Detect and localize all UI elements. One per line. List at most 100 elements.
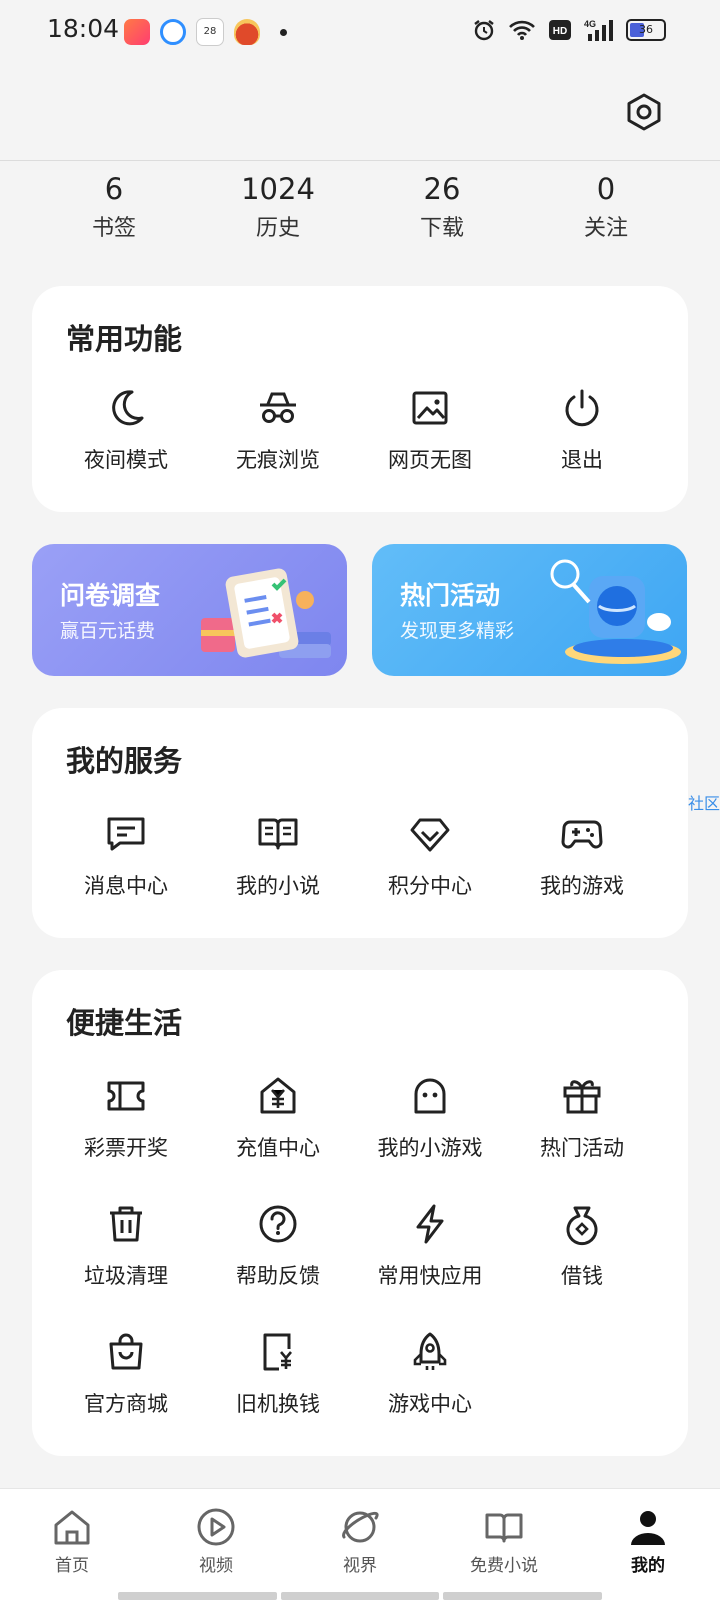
- incognito-button[interactable]: 无痕浏览: [202, 386, 354, 514]
- nav-home[interactable]: 首页: [0, 1489, 144, 1601]
- hot-events-banner[interactable]: 热门活动 发现更多精彩: [372, 544, 687, 676]
- battery-percent: 36: [639, 23, 653, 36]
- trash-icon: [110, 1206, 142, 1242]
- item-label: 夜间模式: [84, 448, 168, 472]
- stat-bookmarks[interactable]: 6 书签: [32, 170, 196, 250]
- money-bag-icon: [566, 1206, 598, 1246]
- power-icon: [565, 389, 599, 427]
- user-stats: 6 书签 1024 历史 26 下载 0 关注: [32, 170, 688, 250]
- item-label: 借钱: [561, 1264, 603, 1288]
- survey-banner[interactable]: 问卷调查 赢百元话费: [32, 544, 347, 676]
- message-icon: [107, 817, 145, 851]
- bottom-nav: 首页 视频 视界 免费小说 我的: [0, 1488, 720, 1601]
- notification-icons: 28: [124, 18, 287, 46]
- game-center-button[interactable]: 游戏中心: [354, 1330, 506, 1458]
- svg-text:HD: HD: [553, 26, 567, 37]
- convenient-life-grid: 彩票开奖 充值中心 我的小游戏 热门活动 垃圾清理 帮助反馈 常用快应用 借钱: [50, 1074, 670, 1458]
- item-label: 帮助反馈: [236, 1264, 320, 1288]
- stat-value: 1024: [241, 172, 315, 206]
- banner-subtitle: 发现更多精彩: [400, 620, 515, 642]
- ticket-icon: [107, 1081, 145, 1111]
- nav-free-novels[interactable]: 免费小说: [432, 1489, 576, 1601]
- official-store-button[interactable]: 官方商城: [50, 1330, 202, 1458]
- points-center-button[interactable]: 积分中心: [354, 812, 506, 940]
- svg-text:4G: 4G: [584, 19, 596, 29]
- hd-icon: HD: [549, 20, 571, 40]
- mini-games-button[interactable]: 我的小游戏: [354, 1074, 506, 1202]
- moon-icon: [112, 390, 144, 426]
- status-time: 18:04: [47, 14, 120, 43]
- convenient-life-card: 便捷生活 彩票开奖 充值中心 我的小游戏 热门活动 垃圾清理 帮助反馈 常用快应…: [32, 970, 688, 1456]
- signal-4g-icon: 4G: [584, 19, 613, 41]
- my-services-card: 我的服务 消息中心 我的小说 积分中心 我的游戏: [32, 708, 688, 938]
- open-book-icon: [485, 1513, 523, 1543]
- nav-label: 视频: [199, 1556, 233, 1576]
- settings-gear-icon[interactable]: [624, 92, 664, 132]
- item-label: 垃圾清理: [84, 1264, 168, 1288]
- nav-label: 免费小说: [470, 1556, 538, 1576]
- item-label: 积分中心: [388, 874, 472, 898]
- recharge-center-button[interactable]: 充值中心: [202, 1074, 354, 1202]
- item-label: 网页无图: [388, 448, 472, 472]
- nav-video[interactable]: 视频: [144, 1489, 288, 1601]
- common-functions-card: 常用功能 夜间模式 无痕浏览 网页无图 退出: [32, 286, 688, 512]
- lottery-button[interactable]: 彩票开奖: [50, 1074, 202, 1202]
- stat-history[interactable]: 1024 历史: [196, 170, 360, 250]
- item-label: 我的小说: [236, 874, 320, 898]
- diamond-icon: [410, 818, 450, 852]
- nav-mine[interactable]: 我的: [576, 1489, 720, 1601]
- browser-icon: [160, 19, 186, 45]
- system-icons: HD 4G 36: [472, 18, 666, 42]
- borrow-money-button[interactable]: 借钱: [506, 1202, 658, 1330]
- stat-value: 26: [423, 172, 461, 206]
- help-icon: [259, 1205, 297, 1243]
- hot-activities-button[interactable]: 热门活动: [506, 1074, 658, 1202]
- item-label: 旧机换钱: [236, 1392, 320, 1416]
- phone-yuan-icon: [263, 1333, 292, 1371]
- status-bar: 18:04 28 HD 4G 36: [0, 0, 720, 64]
- survey-clipboard-illustration: [201, 568, 331, 658]
- night-mode-button[interactable]: 夜间模式: [50, 386, 202, 514]
- person-icon: [631, 1511, 665, 1545]
- trade-in-button[interactable]: 旧机换钱: [202, 1330, 354, 1458]
- stat-label: 下载: [419, 216, 464, 241]
- no-image-button[interactable]: 网页无图: [354, 386, 506, 514]
- stat-label: 书签: [91, 216, 136, 241]
- image-icon: [412, 391, 448, 425]
- card-title: 便捷生活: [66, 1006, 183, 1040]
- logout-button[interactable]: 退出: [506, 386, 658, 514]
- news-icon: [234, 19, 260, 45]
- rocket-icon: [413, 1332, 447, 1370]
- nav-label: 首页: [55, 1556, 89, 1576]
- gift-icon: [563, 1080, 601, 1114]
- my-games-button[interactable]: 我的游戏: [506, 812, 658, 940]
- message-center-button[interactable]: 消息中心: [50, 812, 202, 940]
- card-title: 我的服务: [66, 744, 183, 778]
- item-label: 无痕浏览: [236, 448, 320, 472]
- item-label: 游戏中心: [388, 1392, 472, 1416]
- stat-value: 0: [596, 172, 616, 206]
- gesture-bar: [118, 1592, 603, 1600]
- stat-label: 历史: [255, 216, 300, 241]
- home-icon: [54, 1510, 90, 1545]
- nav-vision[interactable]: 视界: [288, 1489, 432, 1601]
- help-feedback-button[interactable]: 帮助反馈: [202, 1202, 354, 1330]
- gamepad-icon: [561, 820, 603, 849]
- my-services-grid: 消息中心 我的小说 积分中心 我的游戏: [50, 812, 670, 940]
- stat-downloads[interactable]: 26 下载: [360, 170, 524, 250]
- item-label: 官方商城: [84, 1392, 168, 1416]
- banner-subtitle: 赢百元话费: [60, 620, 156, 642]
- quick-apps-button[interactable]: 常用快应用: [354, 1202, 506, 1330]
- calendar-icon: 28: [196, 18, 224, 46]
- lightning-icon: [416, 1204, 444, 1244]
- alarm-icon: [474, 20, 494, 41]
- banner-title: 问卷调查: [60, 581, 161, 610]
- banner-title: 热门活动: [400, 581, 501, 610]
- card-title: 常用功能: [66, 322, 183, 356]
- my-novels-button[interactable]: 我的小说: [202, 812, 354, 940]
- junk-cleanup-button[interactable]: 垃圾清理: [50, 1202, 202, 1330]
- item-label: 消息中心: [84, 874, 168, 898]
- wifi-icon: [509, 20, 535, 40]
- item-label: 热门活动: [540, 1136, 624, 1160]
- stat-following[interactable]: 0 关注: [524, 170, 688, 250]
